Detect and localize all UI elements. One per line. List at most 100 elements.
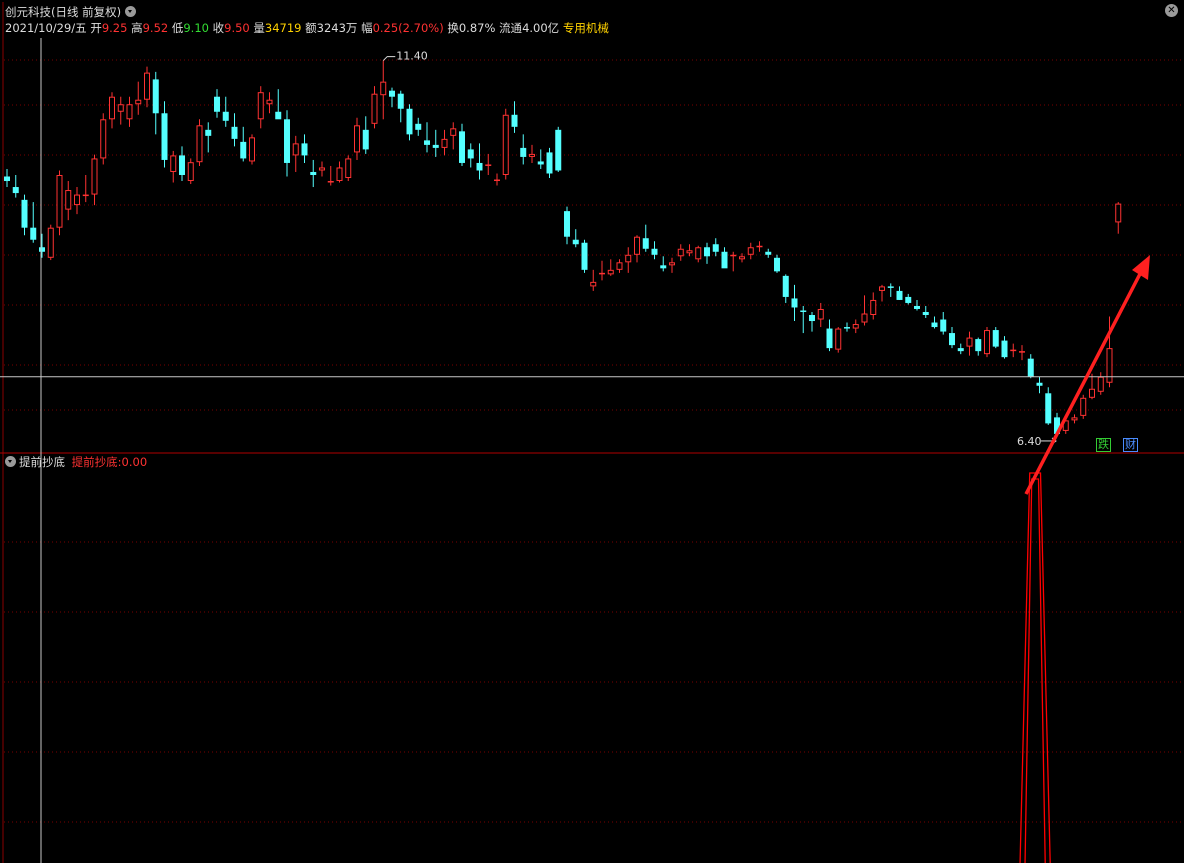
candle-body (739, 256, 745, 260)
candle-body (327, 181, 334, 183)
candle (677, 244, 684, 261)
candle-body (441, 138, 448, 148)
candle (537, 149, 544, 169)
candle (634, 235, 640, 263)
candle (1115, 202, 1122, 234)
volume-value: 34719 (264, 21, 302, 35)
indicator-label: 提前抄底: (71, 455, 122, 469)
candle (616, 259, 623, 273)
candle (844, 322, 850, 332)
open-value: 9.25 (101, 21, 128, 35)
candle-body (704, 247, 710, 257)
candle-body (1027, 358, 1034, 377)
candle (625, 247, 632, 273)
event-tag-finance[interactable]: 财 (1123, 438, 1138, 452)
candle (931, 316, 938, 329)
candle (74, 187, 80, 215)
candle-body (301, 143, 308, 156)
candle-body (1045, 393, 1052, 424)
candle-body (187, 162, 194, 182)
candle-body (196, 125, 203, 163)
candle-body (354, 125, 360, 153)
candle-body (424, 140, 430, 145)
candle-body (415, 123, 422, 130)
candle-body (494, 179, 500, 182)
candle-body (599, 272, 605, 275)
candle (12, 174, 19, 198)
candle (887, 283, 894, 297)
candle (712, 238, 719, 257)
candle (319, 161, 325, 177)
candle-body (529, 153, 535, 157)
candle (511, 101, 518, 133)
candle-body (82, 194, 89, 197)
event-tag-fall[interactable]: 跌 (1096, 438, 1111, 452)
candle-body (922, 311, 929, 316)
grid-lines (0, 2, 1184, 863)
candle-body (817, 308, 824, 320)
candle-body (844, 327, 850, 329)
candle-body (450, 128, 457, 136)
candle (809, 311, 815, 332)
chevron-down-icon[interactable] (5, 456, 16, 467)
float-value: 4.00亿 (522, 21, 560, 35)
candle-body (459, 131, 465, 163)
candle (529, 144, 535, 163)
candle (642, 224, 649, 252)
sector-label[interactable]: 专用机械 (563, 21, 609, 35)
candle (30, 202, 37, 243)
candle (852, 319, 859, 334)
indicator-spike-outer (1019, 472, 1051, 863)
low-value: 9.10 (183, 21, 209, 35)
candlestick-series (4, 60, 1122, 437)
candle-body (74, 194, 80, 206)
candle-body (362, 129, 369, 150)
candle (406, 104, 413, 141)
candle (231, 113, 238, 147)
volume-label: 量 (253, 21, 265, 35)
candle-body (56, 174, 63, 228)
candle-body (117, 104, 124, 112)
candle-body (940, 319, 947, 332)
stock-title[interactable]: 创元科技(日线 前复权) (5, 5, 121, 19)
candle (1071, 414, 1078, 424)
high-label: 高 (131, 21, 143, 35)
candle-body (476, 162, 483, 171)
candle (362, 116, 369, 154)
candle (695, 245, 702, 263)
candle (152, 71, 159, 135)
candle-body (1115, 203, 1122, 223)
candle (800, 305, 807, 334)
chart-title-bar: 创元科技(日线 前复权) (5, 5, 137, 19)
candle-body (992, 330, 999, 347)
quote-date: 2021/10/29/五 (5, 21, 87, 35)
candle-body (669, 262, 675, 266)
float-label: 流通 (499, 21, 523, 35)
candle-body (774, 257, 780, 272)
chart-canvas[interactable]: 11.40 6.40 (0, 0, 1184, 863)
candle (817, 302, 824, 328)
candle-body (984, 330, 990, 355)
close-label: 收 (212, 21, 225, 35)
candle (1089, 373, 1095, 400)
indicator-name[interactable]: 提前抄底 (19, 455, 65, 469)
chevron-down-icon[interactable] (125, 6, 137, 17)
candle-body (179, 155, 185, 175)
candle (39, 233, 45, 258)
overlay-layer: 11.40 6.40 (0, 38, 1184, 863)
candle-body (1001, 340, 1008, 358)
candle-body (485, 164, 492, 166)
candle-body (572, 239, 579, 245)
candle-body (1089, 388, 1095, 398)
candle (914, 299, 920, 311)
candle (345, 155, 352, 182)
trend-arrow-shaft (1024, 271, 1143, 495)
candle-body (100, 119, 107, 159)
candle (686, 244, 693, 257)
candle-body (809, 315, 815, 322)
candle-body (546, 152, 553, 174)
candle (467, 143, 474, 168)
candle (135, 81, 142, 115)
candle-body (336, 167, 343, 182)
close-icon[interactable]: ✕ (1165, 4, 1178, 17)
